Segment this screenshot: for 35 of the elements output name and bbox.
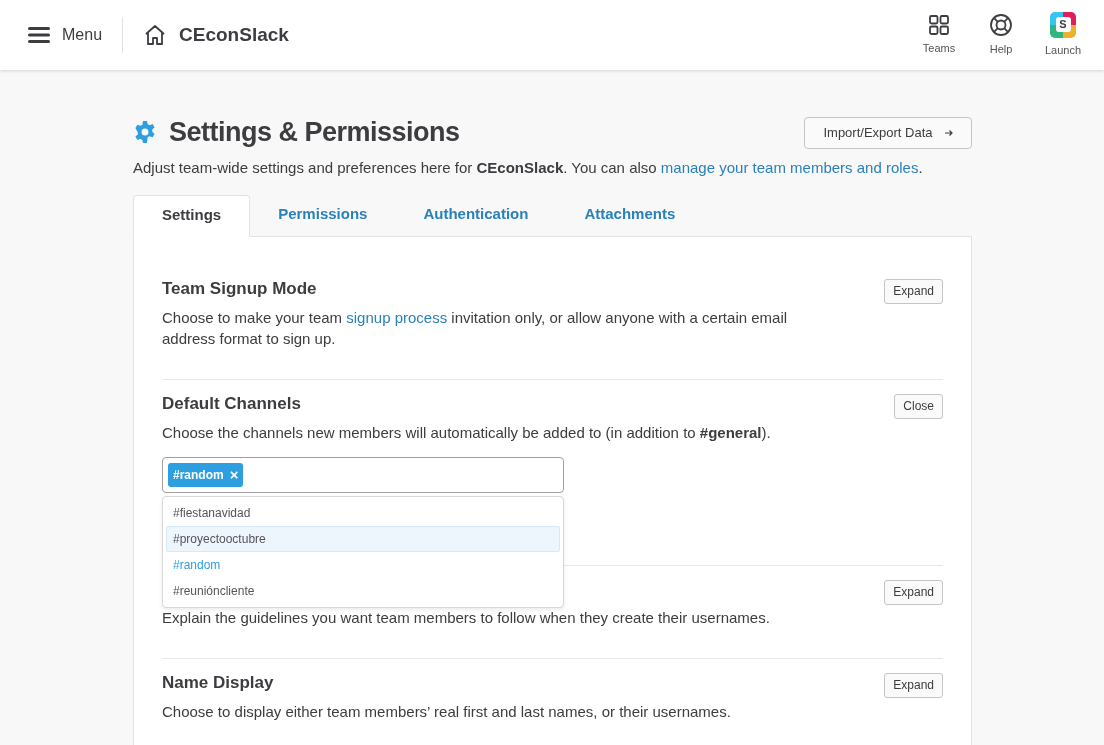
text-link[interactable]: signup process xyxy=(346,308,448,326)
channel-tag: #random × xyxy=(168,462,244,487)
dropdown-option[interactable]: #proyectooctubre xyxy=(166,525,560,552)
section-description: Choose the channels new members will automatically be added to (in addition to #general). xyxy=(162,422,772,443)
section-description: Choose to display either team members’ real first and last names, or their usernames. xyxy=(162,701,732,722)
toolbar-button[interactable]: S Launch xyxy=(1040,11,1086,59)
page-title: Settings & Permissions xyxy=(169,116,460,149)
lifebuoy-icon xyxy=(989,12,1013,37)
menu-button[interactable]: Menu xyxy=(28,23,123,47)
section-title: Name Display xyxy=(162,671,275,694)
team-name: CEconSlack xyxy=(179,22,289,47)
section-title: Default Channels xyxy=(162,392,302,415)
section-toggle-button[interactable]: Expand xyxy=(884,672,943,698)
toolbar-button[interactable]: Help xyxy=(978,12,1024,58)
dropdown-option[interactable]: #reunióncliente xyxy=(166,577,560,604)
section-description: Explain the guidelines you want team members to follow when they create their usernames. xyxy=(162,607,771,628)
gear-icon xyxy=(133,120,157,145)
grid-icon xyxy=(928,13,950,36)
dropdown-option[interactable]: #fiestanavidad xyxy=(166,499,560,526)
tab[interactable]: Settings xyxy=(133,194,251,237)
tab[interactable]: Authentication xyxy=(395,193,557,236)
import-export-button[interactable]: Import/Export Data xyxy=(804,117,972,149)
section-title: Team Signup Mode xyxy=(162,277,318,300)
text-link[interactable]: manage your team members and roles xyxy=(660,158,919,176)
section-toggle-button[interactable]: Close xyxy=(894,393,943,419)
section-toggle-button[interactable]: Expand xyxy=(884,278,943,304)
arrow-right-icon xyxy=(944,129,953,137)
section-toggle-button[interactable]: Expand xyxy=(884,579,943,605)
tab[interactable]: Permissions xyxy=(250,193,396,236)
tab[interactable]: Attachments xyxy=(556,193,704,236)
intro-text: Adjust team-wide settings and preferences here for CEconSlack. You can also manage your team members and roles. xyxy=(133,157,924,178)
toolbar-button[interactable]: Teams xyxy=(916,13,962,57)
section-description: Choose to make your team signup process invitation only, or allow anyone with a certain email address format to sign up. xyxy=(162,307,789,349)
app-logo-icon: S xyxy=(1050,11,1076,38)
menu-icon xyxy=(28,26,50,44)
